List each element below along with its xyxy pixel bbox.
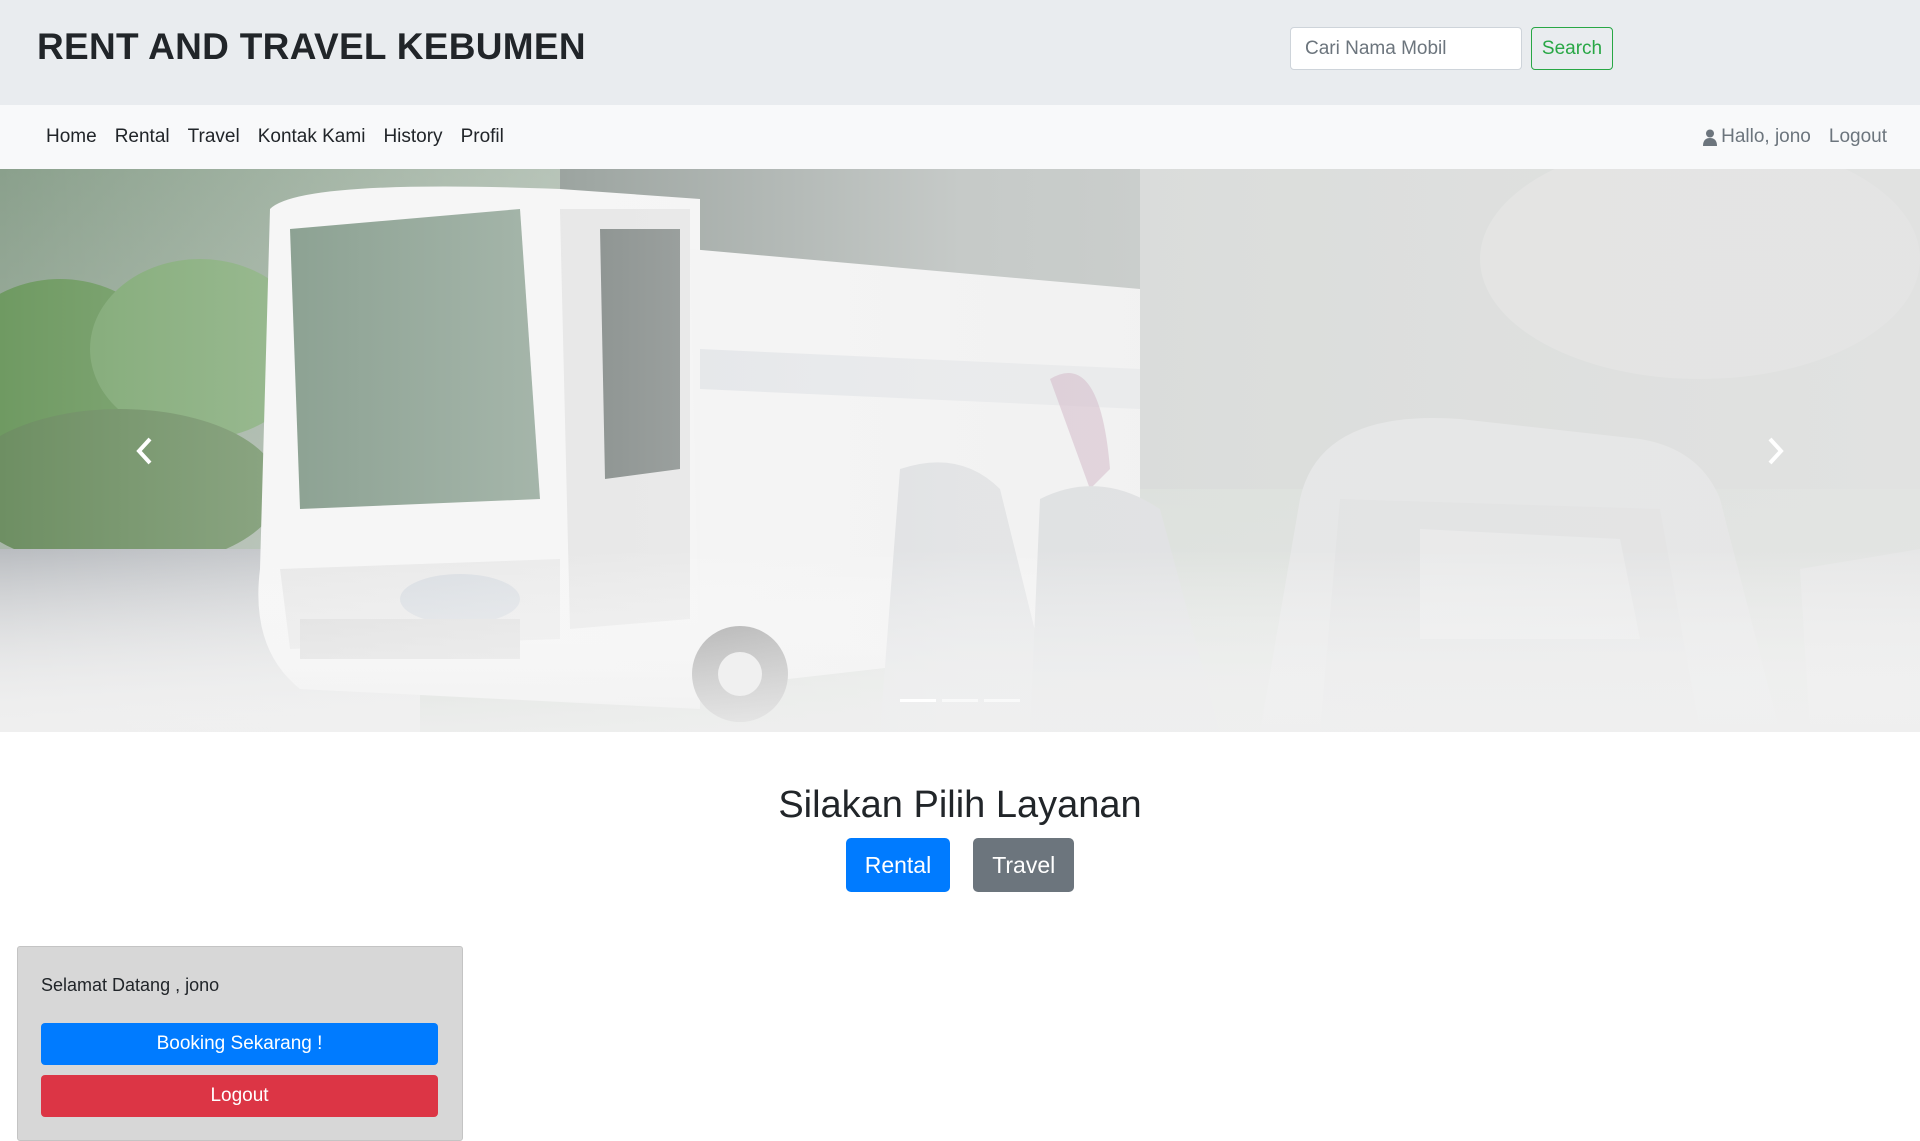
nav-item-kontak-kami[interactable]: Kontak Kami	[249, 126, 375, 148]
user-icon	[1703, 129, 1718, 146]
nav-item-history[interactable]: History	[374, 126, 451, 148]
nav-item-profil[interactable]: Profil	[452, 126, 513, 148]
carousel-indicators	[0, 699, 1920, 702]
site-brand[interactable]: RENT AND TRAVEL KEBUMEN	[37, 26, 586, 68]
welcome-card: Selamat Datang , jono Booking Sekarang !…	[17, 946, 463, 1141]
booking-now-button[interactable]: Booking Sekarang !	[41, 1023, 438, 1065]
carousel-indicator-2[interactable]	[942, 699, 978, 702]
service-section-title: Silakan Pilih Layanan	[778, 784, 1142, 826]
carousel-indicator-3[interactable]	[984, 699, 1020, 702]
nav-item-rental[interactable]: Rental	[106, 126, 179, 148]
user-greeting-item[interactable]: Hallo, jono	[1694, 126, 1820, 148]
site-header: RENT AND TRAVEL KEBUMEN Search	[0, 0, 1920, 105]
service-buttons: Rental Travel	[0, 838, 1920, 892]
carousel-next-control[interactable]	[1630, 169, 1920, 732]
travel-service-button[interactable]: Travel	[973, 838, 1075, 892]
main-navbar: Home Rental Travel Kontak Kami History P…	[0, 105, 1920, 169]
nav-item-home[interactable]: Home	[37, 126, 106, 148]
hero-carousel	[0, 169, 1920, 732]
search-input[interactable]	[1290, 27, 1522, 70]
nav-links: Home Rental Travel Kontak Kami History P…	[37, 105, 513, 169]
carousel-prev-control[interactable]	[0, 169, 290, 732]
chevron-right-icon	[1768, 437, 1784, 464]
search-button[interactable]: Search	[1531, 27, 1613, 70]
carousel-indicator-1[interactable]	[900, 699, 936, 702]
chevron-left-icon	[136, 437, 152, 464]
nav-user-area: Hallo, jono Logout	[1694, 105, 1896, 169]
user-greeting-label: Hallo, jono	[1721, 126, 1811, 147]
nav-logout-link[interactable]: Logout	[1820, 126, 1896, 148]
rental-service-button[interactable]: Rental	[845, 838, 951, 892]
nav-item-travel[interactable]: Travel	[179, 126, 249, 148]
welcome-greeting: Selamat Datang , jono	[41, 975, 220, 995]
card-logout-button[interactable]: Logout	[41, 1075, 438, 1117]
